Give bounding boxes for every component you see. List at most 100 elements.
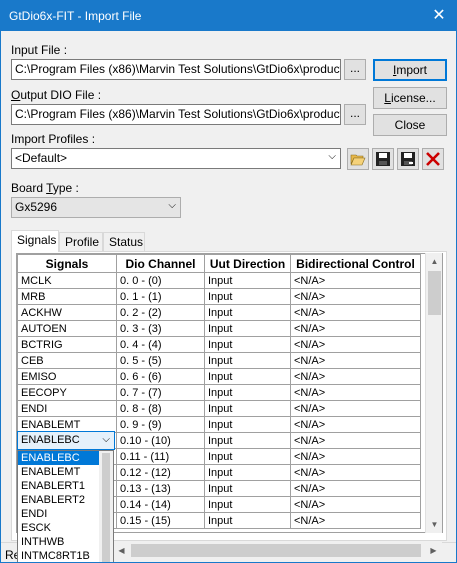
dio-channel-cell[interactable]: 0. 2 - (2) [116, 304, 205, 321]
table-row[interactable]: EMISO 0. 6 - (6) Input <N/A> [17, 368, 421, 385]
uut-direction-cell[interactable]: Input [204, 432, 291, 449]
bidirectional-control-cell[interactable]: <N/A> [290, 496, 421, 513]
uut-direction-cell[interactable]: Input [204, 496, 291, 513]
signal-cell[interactable]: ENDI [17, 400, 117, 417]
column-header-dio-channel[interactable]: Dio Channel [116, 254, 205, 273]
title-bar[interactable]: GtDio6x-FIT - Import File ✕ [1, 1, 456, 31]
dio-channel-cell[interactable]: 0.12 - (12) [116, 464, 205, 481]
bidirectional-control-cell[interactable]: <N/A> [290, 352, 421, 369]
grid-horizontal-scrollbar[interactable]: ◀ ▶ [113, 542, 442, 559]
uut-direction-cell[interactable]: Input [204, 400, 291, 417]
uut-direction-cell[interactable]: Input [204, 272, 291, 289]
signal-cell[interactable]: EECOPY [17, 384, 117, 401]
bidirectional-control-cell[interactable]: <N/A> [290, 336, 421, 353]
table-row[interactable]: MCLK 0. 0 - (0) Input <N/A> [17, 272, 421, 289]
uut-direction-cell[interactable]: Input [204, 448, 291, 465]
grid-vertical-scrollbar[interactable]: ▲ ▼ [425, 253, 442, 533]
table-row[interactable]: BCTRIG 0. 4 - (4) Input <N/A> [17, 336, 421, 353]
signal-cell-editor[interactable]: ENABLEBC ⌵ [17, 431, 115, 450]
uut-direction-cell[interactable]: Input [204, 512, 291, 529]
column-header-signals[interactable]: Signals [17, 254, 117, 273]
signal-cell[interactable]: MCLK [17, 272, 117, 289]
bidirectional-control-cell[interactable]: <N/A> [290, 480, 421, 497]
tab-profile[interactable]: Profile [59, 232, 103, 251]
table-row[interactable]: MRB 0. 1 - (1) Input <N/A> [17, 288, 421, 305]
dio-channel-cell[interactable]: 0.11 - (11) [116, 448, 205, 465]
dio-channel-cell[interactable]: 0. 9 - (9) [116, 416, 205, 433]
signal-cell[interactable]: ACKHW [17, 304, 117, 321]
dio-channel-cell[interactable]: 0.10 - (10) [116, 432, 205, 449]
input-file-browse-button[interactable]: ... [344, 59, 366, 80]
open-profile-button[interactable] [347, 148, 369, 170]
input-file-field[interactable]: C:\Program Files (x86)\Marvin Test Solut… [11, 59, 341, 80]
signal-cell[interactable]: MRB [17, 288, 117, 305]
table-row[interactable]: AUTOEN 0. 3 - (3) Input <N/A> [17, 320, 421, 337]
bidirectional-control-cell[interactable]: <N/A> [290, 432, 421, 449]
signal-cell[interactable]: CEB [17, 352, 117, 369]
bidirectional-control-cell[interactable]: <N/A> [290, 384, 421, 401]
bidirectional-control-cell[interactable]: <N/A> [290, 304, 421, 321]
bidirectional-control-cell[interactable]: <N/A> [290, 464, 421, 481]
uut-direction-cell[interactable]: Input [204, 368, 291, 385]
uut-direction-cell[interactable]: Input [204, 464, 291, 481]
dio-channel-cell[interactable]: 0. 5 - (5) [116, 352, 205, 369]
bidirectional-control-cell[interactable]: <N/A> [290, 272, 421, 289]
board-type-select[interactable]: Gx5296 ⌵ [11, 197, 181, 218]
uut-direction-cell[interactable]: Input [204, 304, 291, 321]
uut-direction-cell[interactable]: Input [204, 480, 291, 497]
uut-direction-cell[interactable]: Input [204, 384, 291, 401]
bidirectional-control-cell[interactable]: <N/A> [290, 368, 421, 385]
grid-scroll-thumb[interactable] [428, 271, 441, 315]
save-profile-button[interactable] [372, 148, 394, 170]
uut-direction-cell[interactable]: Input [204, 288, 291, 305]
dio-channel-cell[interactable]: 0. 1 - (1) [116, 288, 205, 305]
column-header-uut-direction[interactable]: Uut Direction [204, 254, 291, 273]
signal-cell[interactable]: EMISO [17, 368, 117, 385]
import-profiles-select[interactable]: <Default> ⌵ [11, 148, 341, 169]
tab-signals[interactable]: Signals [11, 230, 59, 252]
dio-channel-cell[interactable]: 0.14 - (14) [116, 496, 205, 513]
bidirectional-control-cell[interactable]: <N/A> [290, 400, 421, 417]
column-header-bidirectional-control[interactable]: Bidirectional Control [290, 254, 421, 273]
import-button[interactable]: Import [373, 59, 447, 81]
table-row[interactable]: ACKHW 0. 2 - (2) Input <N/A> [17, 304, 421, 321]
chevron-down-icon[interactable]: ⌵ [102, 434, 110, 445]
delete-profile-button[interactable] [422, 148, 444, 170]
bidirectional-control-cell[interactable]: <N/A> [290, 320, 421, 337]
output-file-browse-button[interactable]: ... [344, 104, 366, 125]
uut-direction-cell[interactable]: Input [204, 416, 291, 433]
scroll-left-icon[interactable]: ◀ [113, 542, 130, 559]
signal-cell[interactable]: AUTOEN [17, 320, 117, 337]
close-icon[interactable]: ✕ [422, 1, 456, 31]
grid-hscroll-thumb[interactable] [131, 544, 421, 557]
bidirectional-control-cell[interactable]: <N/A> [290, 448, 421, 465]
scroll-down-icon[interactable]: ▼ [426, 516, 443, 533]
dio-channel-cell[interactable]: 0.15 - (15) [116, 512, 205, 529]
table-row[interactable]: ENDI 0. 8 - (8) Input <N/A> [17, 400, 421, 417]
save-as-profile-button[interactable] [397, 148, 419, 170]
dio-channel-cell[interactable]: 0. 0 - (0) [116, 272, 205, 289]
dropdown-scrollbar[interactable] [99, 451, 113, 562]
dio-channel-cell[interactable]: 0. 6 - (6) [116, 368, 205, 385]
dio-channel-cell[interactable]: 0. 4 - (4) [116, 336, 205, 353]
scroll-up-icon[interactable]: ▲ [426, 253, 443, 270]
bidirectional-control-cell[interactable]: <N/A> [290, 512, 421, 529]
bidirectional-control-cell[interactable]: <N/A> [290, 416, 421, 433]
signal-dropdown-list[interactable]: ENABLEBC ENABLEMT ENABLERT1 ENABLERT2 ENDI ES… [17, 450, 114, 562]
dio-channel-cell[interactable]: 0.13 - (13) [116, 480, 205, 497]
scroll-right-icon[interactable]: ▶ [425, 542, 442, 559]
dio-channel-cell[interactable]: 0. 8 - (8) [116, 400, 205, 417]
license-button[interactable]: License... [373, 87, 447, 109]
dio-channel-cell[interactable]: 0. 3 - (3) [116, 320, 205, 337]
bidirectional-control-cell[interactable]: <N/A> [290, 288, 421, 305]
output-file-field[interactable]: C:\Program Files (x86)\Marvin Test Solut… [11, 104, 341, 125]
close-button[interactable]: Close [373, 114, 447, 136]
table-row[interactable]: EECOPY 0. 7 - (7) Input <N/A> [17, 384, 421, 401]
uut-direction-cell[interactable]: Input [204, 320, 291, 337]
tab-status[interactable]: Status [103, 232, 145, 251]
dropdown-scroll-thumb[interactable] [102, 453, 110, 562]
dio-channel-cell[interactable]: 0. 7 - (7) [116, 384, 205, 401]
signal-cell[interactable]: BCTRIG [17, 336, 117, 353]
uut-direction-cell[interactable]: Input [204, 336, 291, 353]
uut-direction-cell[interactable]: Input [204, 352, 291, 369]
